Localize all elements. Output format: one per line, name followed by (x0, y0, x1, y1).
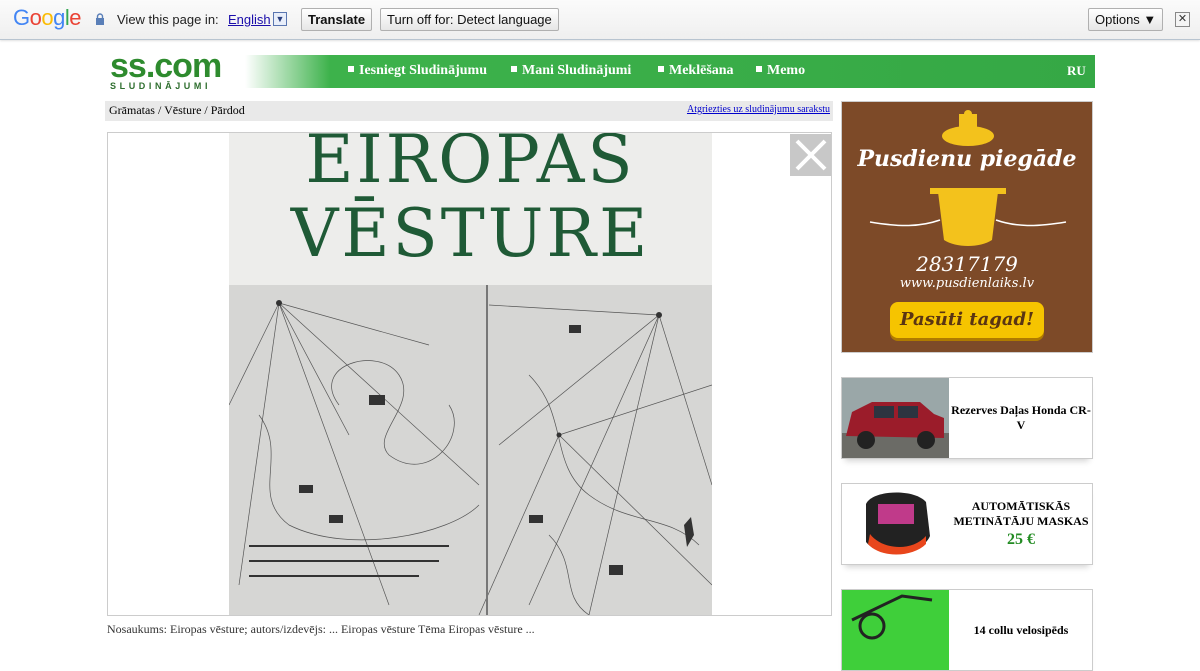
car-thumbnail (842, 378, 949, 458)
close-photo-icon[interactable] (790, 134, 832, 176)
side-ad-text: 14 collu velosipēds (973, 622, 1069, 637)
banner-ad-phone: 28317179 (916, 252, 1018, 276)
price-label: 25 € (1007, 531, 1035, 548)
food-pot-icon (942, 110, 994, 146)
google-logo: Google (13, 5, 82, 30)
ad-photo-viewer: EIROPAS VĒSTURE (107, 132, 832, 616)
banner-ad-title: Pusdienu piegāde (857, 146, 1077, 172)
book-map-illustration (229, 285, 712, 615)
menu-item-my-ads[interactable]: Mani Sludinājumi (511, 63, 631, 79)
side-ad-card[interactable]: 14 collu velosipēds (841, 589, 1093, 671)
banner-ad-url: www.pusdienlaiks.lv (899, 276, 1035, 291)
banner-ad[interactable]: Pusdienu piegāde 28317179 www.pusdienlai… (841, 101, 1093, 353)
site-logo[interactable]: ss.com SLUDINĀJUMI (110, 47, 245, 91)
side-ad-text: AUTOMĀTISKĀS METINĀTĀJU MASKAS (953, 499, 1089, 528)
menu-item-memo[interactable]: Memo (756, 63, 805, 79)
google-translate-bar: Google View this page in: English ▼ Tran… (0, 0, 1200, 40)
food-pot-illustration (869, 188, 1067, 246)
book-title-line2: VĒSTURE (290, 195, 651, 272)
welding-mask-thumbnail (842, 484, 949, 564)
side-ad-card[interactable]: Rezerves Daļas Honda CR-V (841, 377, 1093, 459)
breadcrumb[interactable]: Grāmatas / Vēsture / Pārdod (109, 103, 245, 118)
language-select-link[interactable]: English (228, 12, 271, 27)
logo-subtitle: SLUDINĀJUMI (110, 81, 212, 91)
side-ad-text: Rezerves Daļas Honda CR-V (951, 403, 1091, 432)
lock-icon (96, 13, 104, 25)
book-title-area: EIROPAS VĒSTURE (229, 133, 712, 285)
menu-item-submit-ad[interactable]: Iesniegt Sludinājumu (348, 63, 487, 79)
back-to-list-link[interactable]: Atgriezties uz sludinājumu sarakstu (687, 104, 830, 115)
site-header: ss.com SLUDINĀJUMI Iesniegt Sludinājumu … (105, 49, 1095, 91)
options-button[interactable]: Options ▼ (1088, 8, 1164, 31)
turn-off-button[interactable]: Turn off for: Detect language (380, 8, 559, 31)
translate-button[interactable]: Translate (301, 8, 373, 31)
bicycle-thumbnail (842, 590, 949, 670)
language-switch-ru[interactable]: RU (1067, 63, 1086, 79)
language-dropdown-icon[interactable]: ▼ (273, 12, 287, 26)
logo-text: ss.com (110, 47, 222, 85)
book-cover-image[interactable]: EIROPAS VĒSTURE (229, 133, 712, 615)
main-menu: Iesniegt Sludinājumu Mani Sludinājumi Me… (245, 55, 1095, 88)
breadcrumb-bar: Grāmatas / Vēsture / Pārdod Atgriezties … (105, 101, 833, 121)
book-title-line1: EIROPAS (305, 133, 636, 198)
view-page-label: View this page in: (117, 12, 219, 27)
side-ad-card[interactable]: AUTOMĀTISKĀS METINĀTĀJU MASKAS 25 € (841, 483, 1093, 565)
menu-item-search[interactable]: Meklēšana (658, 63, 734, 79)
order-now-button[interactable]: Pasūti tagad! (890, 302, 1044, 338)
close-icon[interactable]: ✕ (1175, 12, 1190, 27)
